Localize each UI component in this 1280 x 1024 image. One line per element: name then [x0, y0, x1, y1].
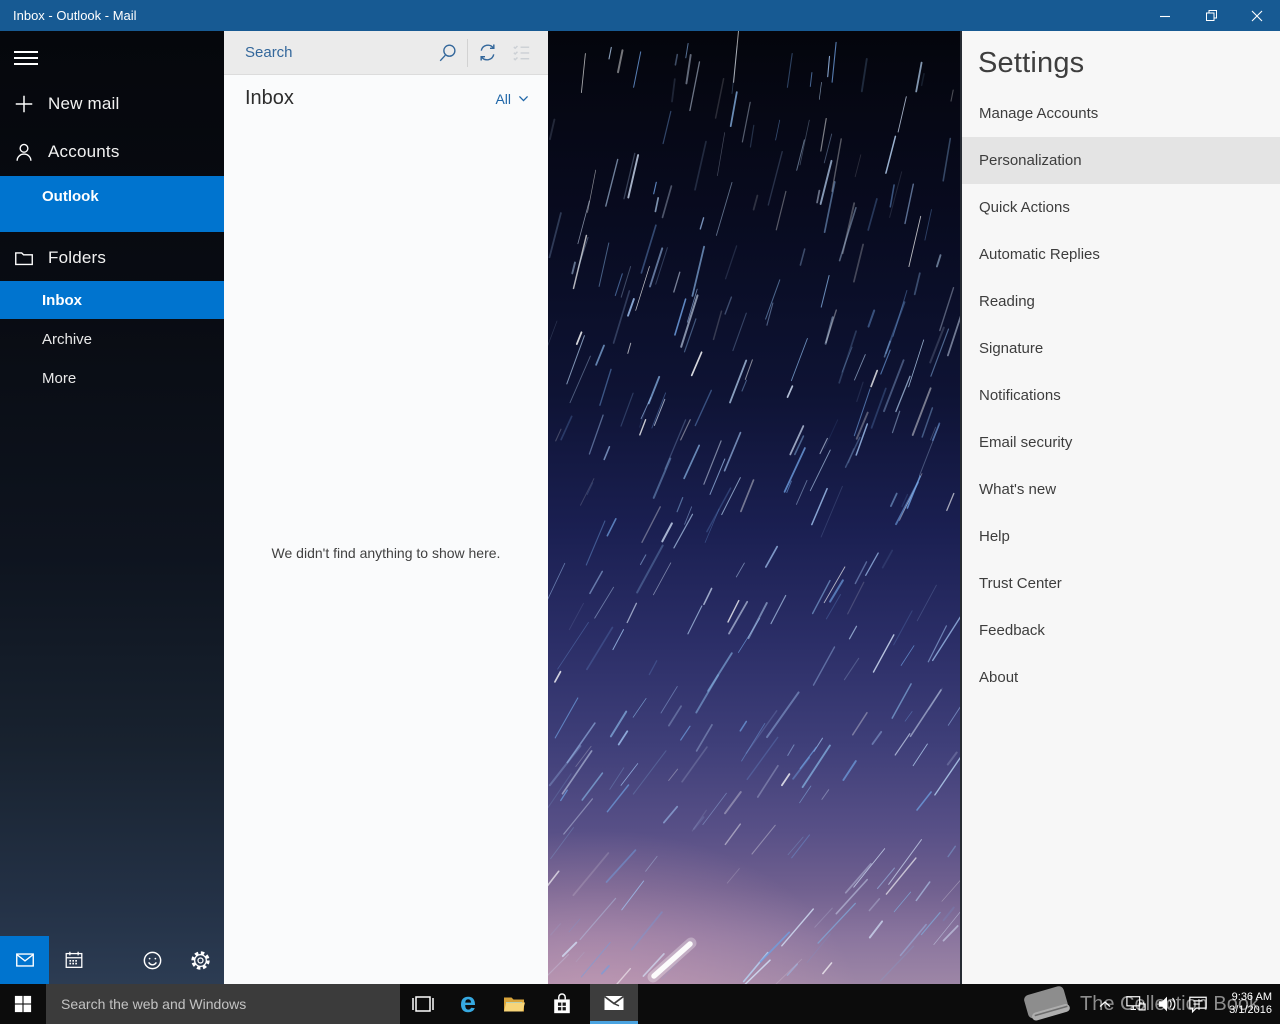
speaker-icon: [1156, 994, 1178, 1014]
settings-item-whats-new[interactable]: What's new: [962, 466, 1280, 513]
settings-panel: Settings Manage Accounts Personalization…: [960, 31, 1280, 984]
store-icon: [551, 992, 573, 1016]
file-explorer-icon: [501, 992, 527, 1016]
minimize-button[interactable]: [1142, 0, 1188, 31]
settings-item-about[interactable]: About: [962, 654, 1280, 701]
tray-expand-button[interactable]: [1094, 993, 1116, 1015]
filter-label: All: [495, 91, 511, 107]
settings-items-list: Manage Accounts Personalization Quick Ac…: [962, 90, 1280, 701]
sidebar-bottom-bar: [0, 936, 224, 984]
folder-icon: [13, 247, 35, 269]
settings-item-quick-actions[interactable]: Quick Actions: [962, 184, 1280, 231]
restore-icon: [1205, 9, 1218, 22]
settings-item-help[interactable]: Help: [962, 513, 1280, 560]
book-icon: [1020, 984, 1074, 1024]
minimize-icon: [1159, 10, 1171, 22]
network-icon: [1125, 994, 1147, 1014]
folder-title: Inbox: [245, 87, 495, 110]
mail-nav-button[interactable]: [0, 936, 49, 984]
accounts-label: Accounts: [48, 142, 120, 162]
edge-icon: e: [460, 989, 476, 1018]
folder-item-label: Inbox: [42, 292, 82, 309]
settings-item-manage-accounts[interactable]: Manage Accounts: [962, 90, 1280, 137]
search-bar: Search: [224, 31, 548, 75]
empty-state-message: We didn't find anything to show here.: [224, 545, 548, 561]
start-button[interactable]: [0, 984, 46, 1024]
close-icon: [1251, 10, 1263, 22]
folder-item-label: More: [42, 370, 76, 387]
network-status-button[interactable]: [1125, 993, 1147, 1015]
list-header: Inbox All: [224, 76, 548, 121]
clock-time: 9:36 AM: [1229, 991, 1272, 1004]
new-mail-label: New mail: [48, 94, 120, 114]
mail-app-taskbar-button[interactable]: [590, 984, 638, 1024]
search-input[interactable]: Search: [245, 44, 431, 61]
mail-taskbar-icon: [602, 991, 626, 1015]
clock-date: 3/1/2016: [1229, 1004, 1272, 1017]
task-view-button[interactable]: [400, 984, 446, 1024]
navigation-sidebar: New mail Accounts Outlook Folders Inbox …: [0, 31, 224, 984]
person-icon: [13, 141, 35, 163]
folders-label: Folders: [48, 248, 106, 268]
mail-app-window: Inbox - Outlook - Mail New mail Accounts…: [0, 0, 1280, 1024]
taskbar-search-input[interactable]: Search the web and Windows: [46, 984, 400, 1024]
new-mail-button[interactable]: New mail: [0, 87, 224, 121]
settings-item-notifications[interactable]: Notifications: [962, 372, 1280, 419]
edge-browser-button[interactable]: e: [446, 984, 490, 1024]
settings-item-reading[interactable]: Reading: [962, 278, 1280, 325]
title-bar: Inbox - Outlook - Mail: [0, 0, 1280, 31]
selection-mode-button[interactable]: [504, 35, 538, 71]
message-list-pane: Search Inbox All: [224, 31, 548, 984]
star-trails-graphic: [548, 31, 960, 984]
search-button[interactable]: [431, 35, 465, 71]
settings-button[interactable]: [176, 936, 224, 984]
accounts-button[interactable]: Accounts: [0, 135, 224, 169]
search-icon: [437, 42, 459, 64]
account-item-outlook[interactable]: Outlook: [0, 176, 224, 232]
settings-item-email-security[interactable]: Email security: [962, 419, 1280, 466]
settings-item-trust-center[interactable]: Trust Center: [962, 560, 1280, 607]
close-button[interactable]: [1234, 0, 1280, 31]
volume-button[interactable]: [1156, 993, 1178, 1015]
calendar-nav-button[interactable]: [49, 936, 98, 984]
menu-button[interactable]: [12, 45, 40, 67]
store-button[interactable]: [540, 984, 584, 1024]
filter-all-dropdown[interactable]: All: [495, 91, 530, 107]
action-center-button[interactable]: [1187, 993, 1209, 1015]
folder-item-inbox[interactable]: Inbox: [0, 281, 224, 319]
calendar-icon: [63, 949, 85, 971]
gear-icon: [189, 949, 212, 972]
taskbar-clock[interactable]: 9:36 AM 3/1/2016: [1229, 984, 1272, 1024]
smiley-icon: [141, 949, 164, 972]
chevron-up-icon: [1099, 1000, 1111, 1009]
folder-item-more[interactable]: More: [0, 361, 224, 395]
taskbar: Search the web and Windows e: [0, 984, 1280, 1024]
settings-item-feedback[interactable]: Feedback: [962, 607, 1280, 654]
toolbar-divider: [467, 39, 468, 67]
mail-icon: [14, 949, 36, 971]
settings-item-automatic-replies[interactable]: Automatic Replies: [962, 231, 1280, 278]
account-item-label: Outlook: [42, 188, 99, 205]
background-image: [548, 31, 960, 984]
restore-button[interactable]: [1188, 0, 1234, 31]
feedback-button[interactable]: [128, 936, 176, 984]
sync-icon: [476, 41, 499, 64]
plus-icon: [13, 93, 35, 115]
task-view-icon: [411, 994, 435, 1014]
settings-item-personalization[interactable]: Personalization: [962, 137, 1280, 184]
folder-item-archive[interactable]: Archive: [0, 322, 224, 356]
chevron-down-icon: [517, 92, 530, 105]
action-center-icon: [1188, 995, 1208, 1014]
settings-item-signature[interactable]: Signature: [962, 325, 1280, 372]
windows-logo-icon: [14, 995, 32, 1013]
select-list-icon: [510, 41, 533, 64]
sync-button[interactable]: [470, 35, 504, 71]
taskbar-search-placeholder: Search the web and Windows: [61, 996, 246, 1012]
folder-item-label: Archive: [42, 331, 92, 348]
folders-button[interactable]: Folders: [0, 241, 224, 275]
file-explorer-button[interactable]: [492, 984, 536, 1024]
window-title: Inbox - Outlook - Mail: [0, 8, 1142, 23]
system-tray: [1094, 984, 1209, 1024]
settings-title: Settings: [962, 31, 1280, 80]
